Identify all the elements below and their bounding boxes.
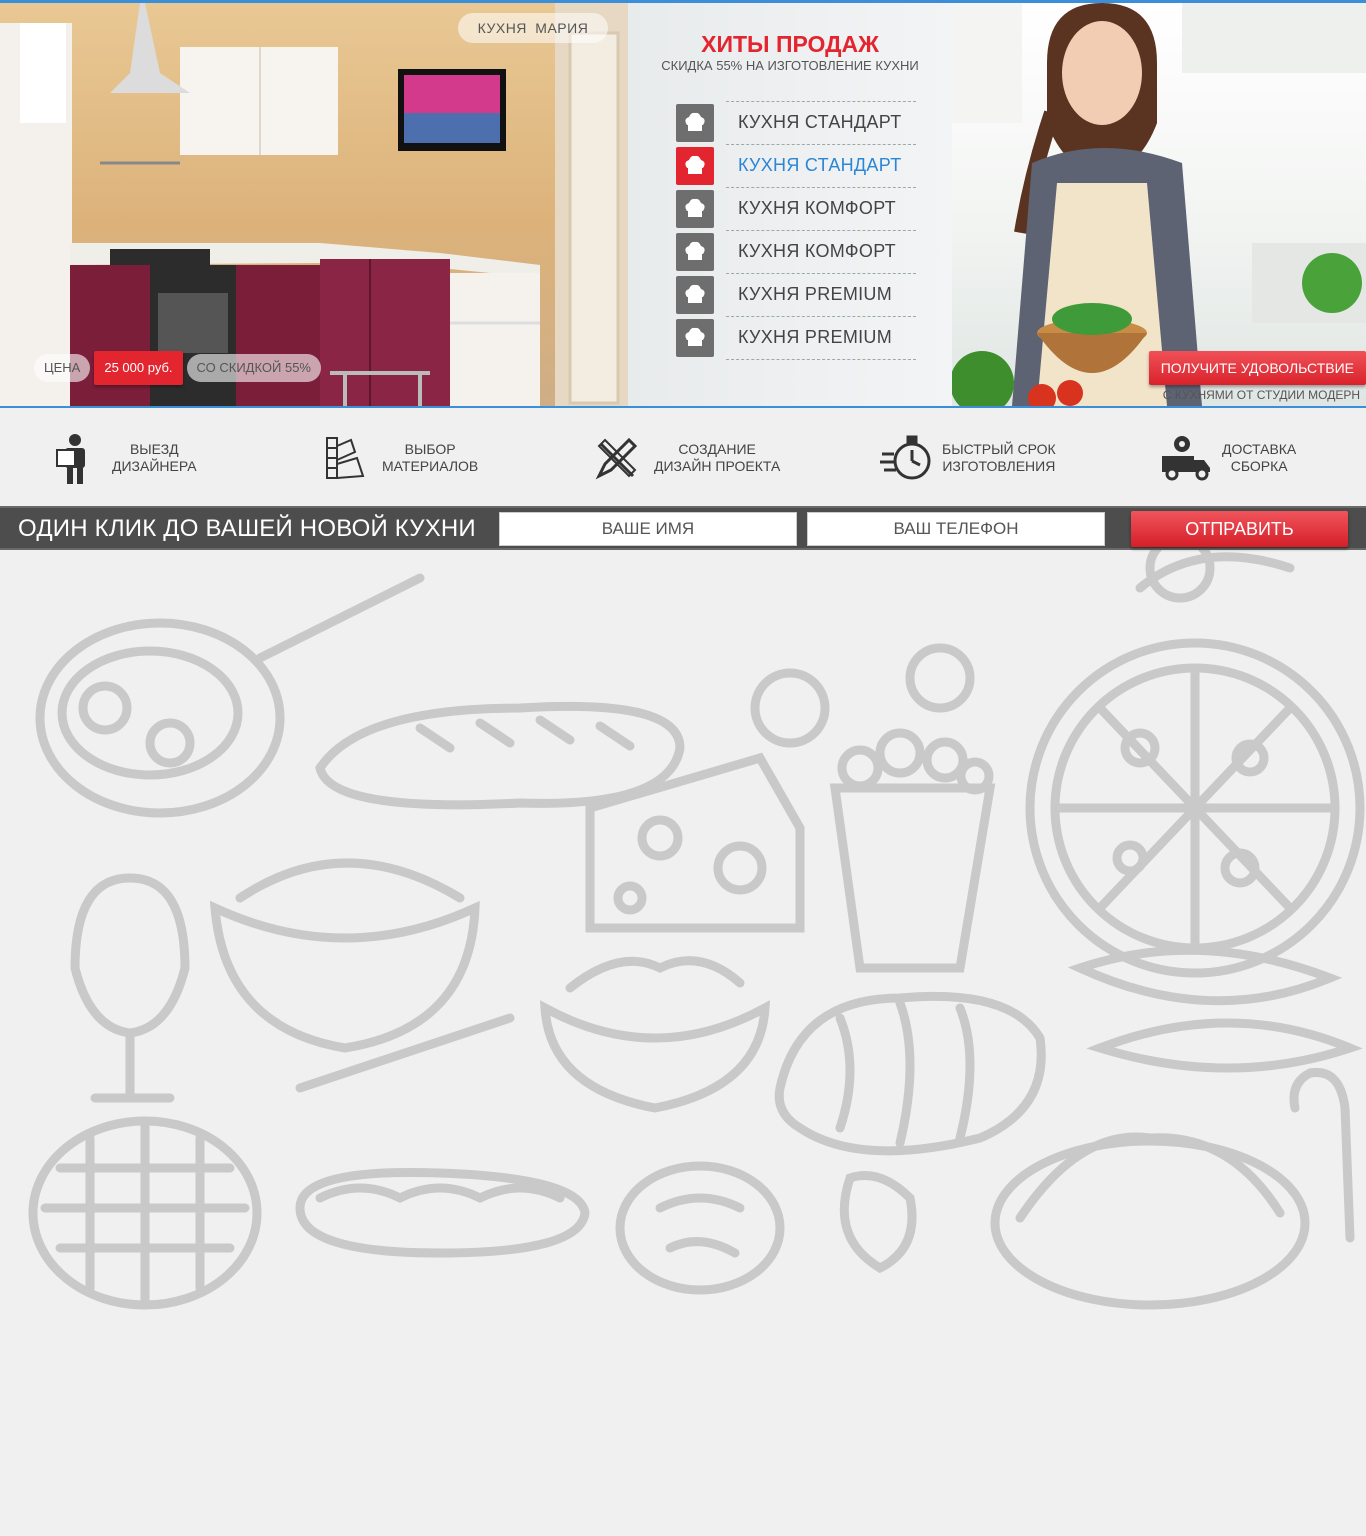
palette-icon [318, 431, 372, 485]
hits-item-label: КУХНЯ КОМФОРТ [738, 198, 896, 218]
price-row: ЦЕНА 25 000 руб. СО СКИДКОЙ 55% [34, 351, 321, 385]
woman-illustration [952, 3, 1366, 406]
hits-item-comfort-2[interactable]: КУХНЯ КОМФОРТ [676, 230, 916, 273]
get-satisfaction-button[interactable]: ПОЛУЧИТЕ УДОВОЛЬСТВИЕ [1148, 351, 1366, 385]
feature-label: ВЫБОР МАТЕРИАЛОВ [382, 441, 479, 474]
kitchen-illustration [0, 3, 628, 406]
kitchen-photo: КУХНЯ МАРИЯ ЦЕНА 25 000 руб. СО СКИДКОЙ … [0, 3, 628, 406]
hits-item-label: КУХНЯ СТАНДАРТ [738, 155, 902, 175]
feature-label: ДОСТАВКА СБОРКА [1222, 441, 1297, 474]
chef-hat-icon [676, 232, 714, 271]
feature-label: СОЗДАНИЕ ДИЗАЙН ПРОЕКТА [654, 441, 781, 474]
callback-form-bar: ОДИН КЛИК ДО ВАШЕЙ НОВОЙ КУХНИ ОТПРАВИТЬ [0, 506, 1366, 550]
feature-label: ВЫЕЗД ДИЗАЙНЕРА [112, 441, 197, 474]
cta-subtitle: С КУХНЯМИ ОТ СТУДИИ МОДЕРН [1162, 388, 1360, 402]
designer-icon [48, 431, 102, 485]
submit-button[interactable]: ОТПРАВИТЬ [1131, 511, 1348, 547]
feature-materials-choice: ВЫБОР МАТЕРИАЛОВ [318, 410, 478, 506]
feature-design-project: СОЗДАНИЕ ДИЗАЙН ПРОЕКТА [590, 410, 780, 506]
price-label: ЦЕНА [34, 354, 91, 382]
feature-designer-visit: ВЫЕЗД ДИЗАЙНЕРА [48, 410, 197, 506]
chef-hat-icon [676, 275, 714, 314]
woman-photo: ПОЛУЧИТЕ УДОВОЛЬСТВИЕ С КУХНЯМИ ОТ СТУДИ… [952, 3, 1366, 406]
hits-subtitle: СКИДКА 55% НА ИЗГОТОВЛЕНИЕ КУХНИ [661, 58, 919, 73]
form-title: ОДИН КЛИК ДО ВАШЕЙ НОВОЙ КУХНИ [18, 515, 476, 542]
hits-item-label: КУХНЯ PREMIUM [738, 284, 893, 304]
hits-item-standard-2[interactable]: КУХНЯ СТАНДАРТ [676, 144, 916, 187]
hits-item-label: КУХНЯ КОМФОРТ [738, 241, 896, 261]
hits-item-standard-1[interactable]: КУХНЯ СТАНДАРТ [676, 101, 916, 144]
hits-list: КУХНЯ СТАНДАРТ КУХНЯ СТАНДАРТ КУХНЯ КОМФ… [676, 101, 916, 360]
hits-title: ХИТЫ ПРОДАЖ [701, 31, 879, 57]
pencil-ruler-icon [590, 431, 644, 485]
price-note: СО СКИДКОЙ 55% [186, 354, 321, 382]
price-badge: 25 000 руб. [94, 351, 183, 385]
kitchen-name-label: КУХНЯ МАРИЯ [458, 13, 608, 43]
hits-item-label: КУХНЯ СТАНДАРТ [738, 112, 902, 132]
phone-input[interactable] [807, 512, 1105, 546]
hits-item-premium-1[interactable]: КУХНЯ PREMIUM [676, 273, 916, 316]
chef-hat-icon [676, 146, 714, 185]
stopwatch-icon [878, 431, 932, 485]
features-row: ВЫЕЗД ДИЗАЙНЕРА ВЫБОР МАТЕРИАЛОВ СОЗДАНИЕ Д… [0, 410, 1366, 506]
feature-delivery-assembly: ДОСТАВКА СБОРКА [1158, 410, 1296, 506]
hits-panel: ХИТЫ ПРОДАЖ СКИДКА 55% НА ИЗГОТОВЛЕНИЕ К… [628, 3, 952, 406]
hero-banner: КУХНЯ МАРИЯ ЦЕНА 25 000 руб. СО СКИДКОЙ … [0, 0, 1366, 408]
chef-hat-icon [676, 103, 714, 142]
name-input[interactable] [499, 512, 797, 546]
hits-item-label: КУХНЯ PREMIUM [738, 327, 893, 347]
feature-fast-production: БЫСТРЫЙ СРОК ИЗГОТОВЛЕНИЯ [878, 410, 1056, 506]
truck-gear-icon [1158, 431, 1212, 485]
hits-item-comfort-1[interactable]: КУХНЯ КОМФОРТ [676, 187, 916, 230]
chef-hat-icon [676, 318, 714, 357]
hits-item-premium-2[interactable]: КУХНЯ PREMIUM [676, 316, 916, 360]
chef-hat-icon [676, 189, 714, 228]
feature-label: БЫСТРЫЙ СРОК ИЗГОТОВЛЕНИЯ [942, 441, 1056, 474]
